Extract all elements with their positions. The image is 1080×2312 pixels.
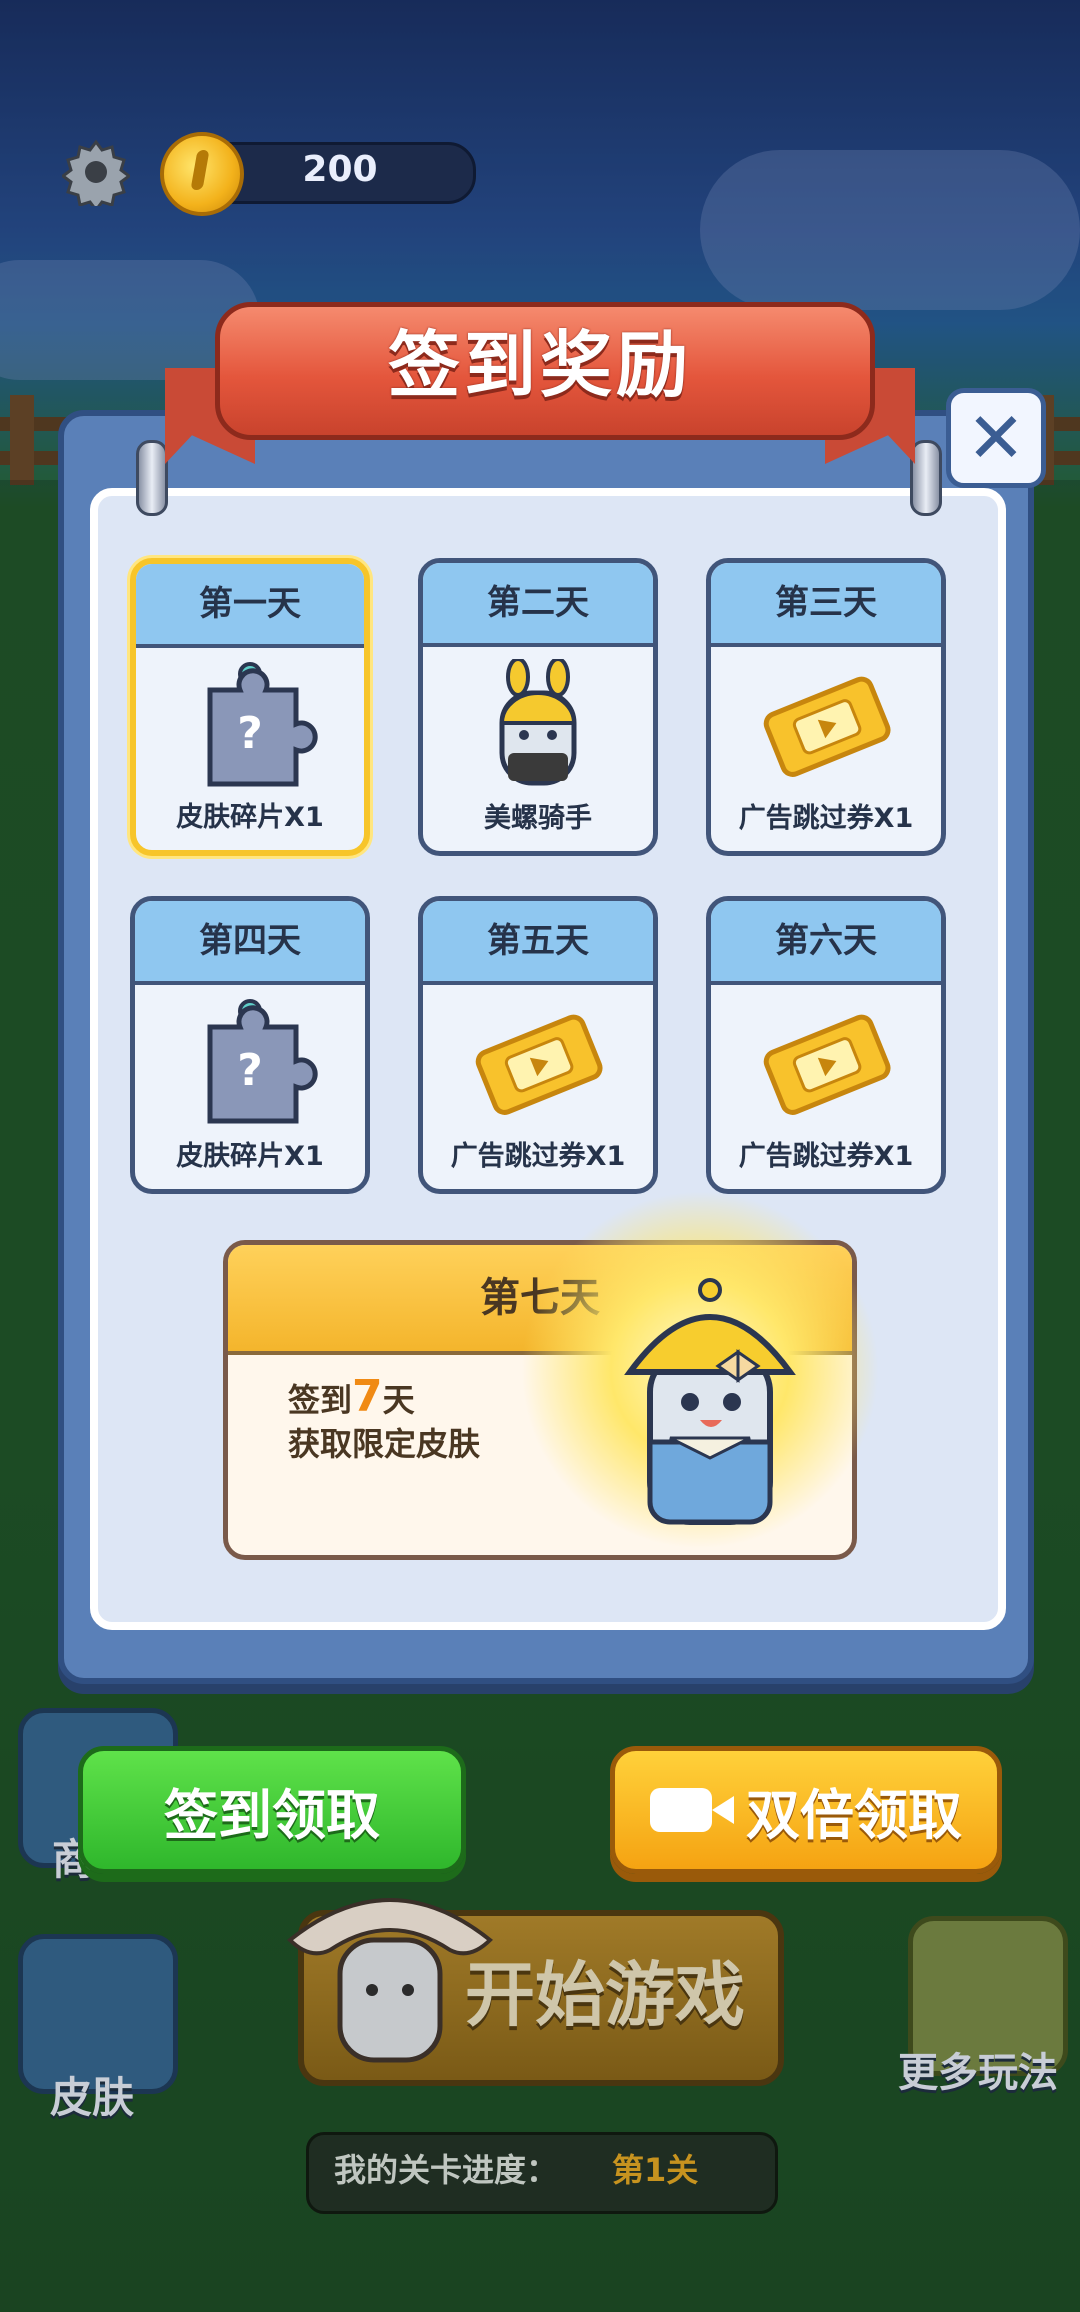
day-card-reward: 广告跳过券X1	[450, 1141, 626, 1172]
close-button[interactable]: ✕	[946, 388, 1046, 488]
more-play-label: 更多玩法	[898, 2050, 1058, 2096]
double-claim-label: 双倍领取	[746, 1783, 962, 1847]
start-game-label: 开始游戏	[465, 1954, 745, 2036]
day-card-5[interactable]: 第五天 广告跳过券X1	[418, 896, 658, 1194]
day-card-2[interactable]: 第二天 美螺骑手	[418, 558, 658, 856]
day-card-title: 第二天	[423, 563, 653, 647]
svg-text:?: ?	[237, 708, 263, 759]
sign-in-claim-label: 签到领取	[164, 1783, 380, 1847]
day-card-title: 第六天	[711, 901, 941, 985]
dialog-title: 签到奖励	[387, 323, 692, 407]
puzzle-piece-icon: ?	[207, 999, 318, 1124]
day-card-4[interactable]: 第四天 ? 皮肤碎片X1	[130, 896, 370, 1194]
day-card-6[interactable]: 第六天 广告跳过券X1	[706, 896, 946, 1194]
limited-skin-character-icon	[624, 1278, 796, 1525]
day-card-3[interactable]: 第三天 广告跳过券X1	[706, 558, 946, 856]
binder-ring	[136, 440, 168, 516]
day7-text-suffix: 天	[382, 1381, 415, 1419]
day-card-title: 第五天	[423, 901, 653, 985]
day-card-reward: 皮肤碎片X1	[176, 1141, 324, 1172]
day7-count: 7	[352, 1371, 383, 1422]
day-card-reward: 广告跳过券X1	[738, 803, 914, 834]
ticket-icon	[763, 676, 891, 777]
skin-label: 皮肤	[50, 2073, 135, 2122]
sign-in-claim-button[interactable]: 签到领取	[78, 1746, 466, 1874]
coin-amount: 200	[302, 149, 378, 190]
gear-icon[interactable]	[62, 138, 130, 206]
day-card-1[interactable]: 第一天 ? 皮肤碎片X1	[130, 558, 370, 856]
day7-reward-text: 获取限定皮肤	[288, 1425, 481, 1463]
day-card-reward: 皮肤碎片X1	[176, 802, 324, 833]
close-icon: ✕	[966, 397, 1026, 479]
day7-description: 签到7天 获取限定皮肤	[288, 1375, 480, 1466]
day-card-reward: 广告跳过券X1	[738, 1141, 914, 1172]
coin-icon	[160, 132, 244, 216]
day-card-reward: 美螺骑手	[484, 803, 592, 834]
svg-text:?: ?	[237, 1045, 263, 1096]
ticket-icon	[475, 1014, 603, 1115]
day-card-title: 第四天	[135, 901, 365, 985]
level-progress-label: 我的关卡进度：	[334, 2151, 559, 2189]
rider-skin-icon	[499, 659, 577, 786]
puzzle-piece-icon: ?	[207, 662, 318, 787]
level-progress-value: 第1关	[612, 2151, 699, 2189]
double-claim-button[interactable]: 双倍领取	[610, 1746, 1002, 1874]
day-card-title: 第三天	[711, 563, 941, 647]
day-card-title: 第一天	[136, 564, 364, 648]
video-camera-icon	[650, 1788, 734, 1832]
day7-text-prefix: 签到	[288, 1381, 353, 1419]
ticket-icon	[763, 1014, 891, 1115]
